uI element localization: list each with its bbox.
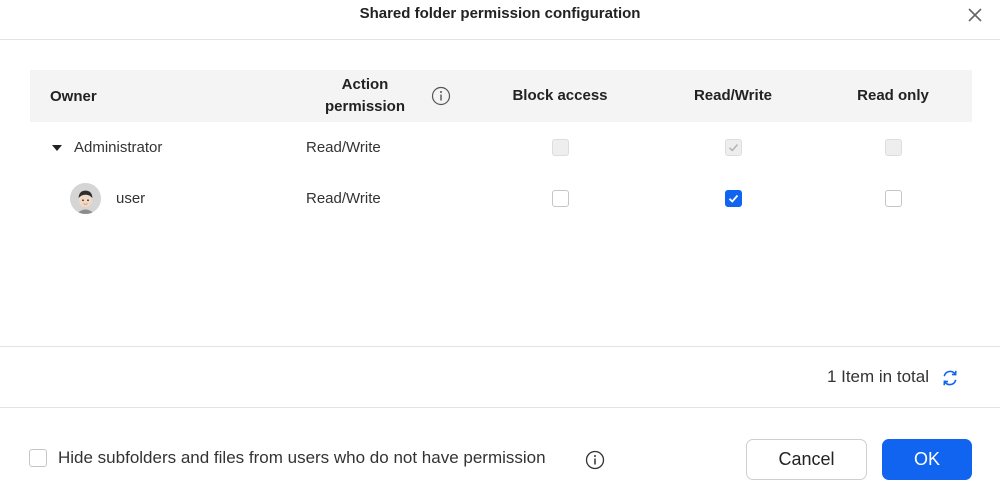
read-only-checkbox bbox=[885, 139, 902, 156]
table-row: user Read/Write bbox=[30, 173, 972, 224]
block-access-checkbox bbox=[552, 139, 569, 156]
cancel-button[interactable]: Cancel bbox=[746, 439, 867, 480]
block-access-checkbox[interactable] bbox=[552, 190, 569, 207]
read-write-checkbox[interactable] bbox=[725, 190, 742, 207]
column-action-permission: Action permission bbox=[324, 76, 406, 115]
action-permission-cell: Read/Write bbox=[306, 139, 381, 156]
divider bbox=[0, 407, 1000, 408]
table-header: Owner Action permission Block access Rea… bbox=[30, 70, 972, 122]
column-owner: Owner bbox=[50, 87, 97, 105]
ok-button[interactable]: OK bbox=[882, 439, 972, 480]
column-read-only: Read only bbox=[857, 87, 929, 104]
column-block-access: Block access bbox=[512, 87, 608, 104]
action-permission-cell: Read/Write bbox=[306, 190, 381, 207]
permission-table: Owner Action permission Block access Rea… bbox=[30, 70, 972, 224]
divider bbox=[0, 346, 1000, 347]
dialog-header: Shared folder permission configuration bbox=[0, 0, 1000, 40]
permission-dialog: Shared folder permission configuration O… bbox=[0, 0, 1000, 501]
column-read-write: Read/Write bbox=[693, 87, 773, 104]
refresh-icon[interactable] bbox=[940, 368, 960, 388]
owner-cell: user bbox=[70, 173, 145, 224]
caret-down-icon[interactable] bbox=[52, 144, 62, 151]
read-only-checkbox[interactable] bbox=[885, 190, 902, 207]
owner-name: Administrator bbox=[74, 139, 163, 156]
info-icon[interactable] bbox=[585, 450, 605, 470]
owner-cell: Administrator bbox=[52, 122, 162, 173]
total-count: 1 Item in total bbox=[826, 367, 929, 386]
close-icon[interactable] bbox=[966, 6, 984, 24]
info-icon[interactable] bbox=[431, 86, 451, 106]
hide-unpermitted-checkbox[interactable] bbox=[29, 449, 47, 467]
hide-unpermitted-label: Hide subfolders and files from users who… bbox=[58, 448, 546, 467]
owner-name: user bbox=[116, 190, 146, 207]
dialog-title: Shared folder permission configuration bbox=[359, 5, 641, 22]
read-write-checkbox bbox=[725, 139, 742, 156]
table-row: Administrator Read/Write bbox=[30, 122, 972, 173]
avatar bbox=[70, 183, 101, 214]
